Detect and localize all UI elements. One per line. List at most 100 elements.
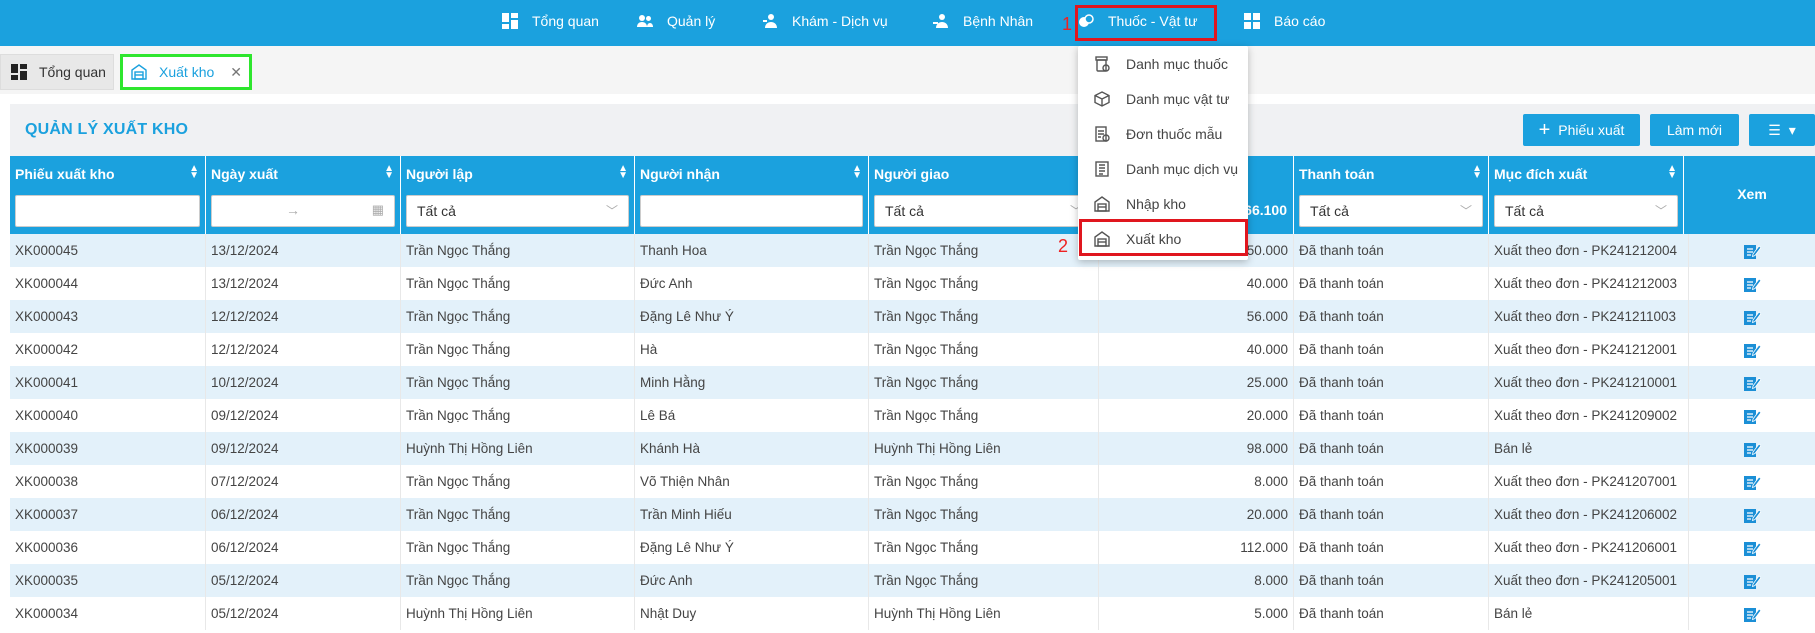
menu-item-don-thuoc-mau[interactable]: Đơn thuốc mẫu xyxy=(1078,116,1248,151)
tab-xuat-kho[interactable]: Xuất kho ✕ xyxy=(120,54,252,90)
main-content: QUẢN LÝ XUẤT KHO + Phiếu xuất Làm mới ☰ … xyxy=(10,104,1815,633)
menu-item-danh-muc-dich-vu[interactable]: Danh mục dịch vụ xyxy=(1078,151,1248,186)
filter-nguoi-lap-select[interactable]: Tất cả ﹀ xyxy=(406,195,629,227)
cell-nguoi-nhan: Thanh Hoa xyxy=(635,234,869,267)
tab-tong-quan[interactable]: Tổng quan xyxy=(0,54,114,90)
cell-ngay-xuat: 05/12/2024 xyxy=(206,564,401,597)
doctor-icon xyxy=(763,14,777,28)
cell-ngay-xuat: 12/12/2024 xyxy=(206,333,401,366)
cell-nguoi-lap: Trần Ngọc Thắng xyxy=(401,531,635,564)
cell-nguoi-giao: Trần Ngọc Thắng xyxy=(869,399,1099,432)
cell-phieu: XK000037 xyxy=(10,498,206,531)
warehouse-out-icon xyxy=(131,64,147,80)
nav-item-bao-cao[interactable]: Báo cáo xyxy=(1244,0,1325,42)
filter-cell xyxy=(635,190,869,234)
header-nguoi-lap[interactable]: Người lập ▲ ▼ xyxy=(401,156,635,190)
edit-view-icon[interactable] xyxy=(1743,308,1761,326)
edit-view-icon[interactable] xyxy=(1743,407,1761,425)
sort-icon[interactable]: ▲▼ xyxy=(1667,164,1677,181)
cell-phieu: XK000034 xyxy=(10,597,206,630)
cell-nguoi-giao: Huỳnh Thị Hồng Liên xyxy=(869,432,1099,465)
cell-nguoi-giao: Trần Ngọc Thắng xyxy=(869,498,1099,531)
filter-phieu-input[interactable] xyxy=(15,195,200,227)
edit-view-icon[interactable] xyxy=(1743,242,1761,260)
page-header: QUẢN LÝ XUẤT KHO + Phiếu xuất Làm mới ☰ … xyxy=(10,104,1815,156)
sort-icon[interactable]: ▲▼ xyxy=(852,164,862,181)
nav-label: Tổng quan xyxy=(532,13,599,29)
cell-thanh-toan: Đã thanh toán xyxy=(1294,267,1489,300)
cell-muc-dich: Xuất theo đơn - PK241209002 xyxy=(1489,399,1689,432)
header-muc-dich-xuat[interactable]: Mục đích xuất ▲ ▼ xyxy=(1489,156,1684,190)
table-row: XK000036 06/12/2024 Trần Ngọc Thắng Đặng Lê… xyxy=(10,531,1815,564)
menu-label: Danh mục dịch vụ xyxy=(1126,160,1239,177)
sort-icon[interactable]: ▲▼ xyxy=(189,164,199,181)
header-phieu-xuat-kho[interactable]: Phiếu xuất kho ▲ ▼ xyxy=(10,156,206,190)
menu-item-danh-muc-vat-tu[interactable]: Danh mục vật tư xyxy=(1078,81,1248,116)
edit-view-icon[interactable] xyxy=(1743,506,1761,524)
close-icon[interactable]: ✕ xyxy=(230,64,242,81)
table-row: XK000034 05/12/2024 Huỳnh Thị Hồng Liên Nhậ… xyxy=(10,597,1815,630)
chevron-down-icon: ﹀ xyxy=(1459,204,1472,218)
nav-item-kham-dich-vu[interactable]: Khám - Dịch vụ xyxy=(762,0,888,42)
nav-label: Khám - Dịch vụ xyxy=(792,13,888,29)
sort-icon[interactable]: ▲▼ xyxy=(384,164,394,181)
cell-so-tien: 8.000 xyxy=(1099,465,1294,498)
edit-view-icon[interactable] xyxy=(1743,440,1761,458)
header-thanh-toan[interactable]: Thanh toán ▲ ▼ xyxy=(1294,156,1489,190)
menu-item-nhap-kho[interactable]: Nhập kho xyxy=(1078,186,1248,221)
filter-nguoi-giao-select[interactable]: Tất cả ﹀ xyxy=(874,195,1093,227)
cell-muc-dich: Bán lẻ xyxy=(1489,597,1689,630)
cell-ngay-xuat: 12/12/2024 xyxy=(206,300,401,333)
edit-view-icon[interactable] xyxy=(1743,572,1761,590)
edit-view-icon[interactable] xyxy=(1743,605,1761,623)
table-row: XK000035 05/12/2024 Trần Ngọc Thắng Đức Anh… xyxy=(10,564,1815,597)
cell-so-tien: 98.000 xyxy=(1099,432,1294,465)
menu-item-danh-muc-thuoc[interactable]: Danh mục thuốc xyxy=(1078,46,1248,81)
cell-nguoi-giao: Trần Ngọc Thắng xyxy=(869,465,1099,498)
cell-nguoi-nhan: Khánh Hà xyxy=(635,432,869,465)
table-row: XK000042 12/12/2024 Trần Ngọc Thắng Hà Trần … xyxy=(10,333,1815,366)
header-nguoi-giao[interactable]: Người giao▲▼ xyxy=(869,156,1099,190)
nav-item-tong-quan[interactable]: Tổng quan xyxy=(502,0,599,42)
tab-label: Tổng quan xyxy=(39,64,106,80)
list-icon: ☰ xyxy=(1768,121,1781,138)
filter-muc-dich-select[interactable]: Tất cả ﹀ xyxy=(1494,195,1678,227)
header-ngay-xuat[interactable]: Ngày xuất ▲ ▼ xyxy=(206,156,401,190)
filter-date-range[interactable]: → ▦ xyxy=(211,195,395,227)
cell-thanh-toan: Đã thanh toán xyxy=(1294,498,1489,531)
edit-view-icon[interactable] xyxy=(1743,275,1761,293)
header-nguoi-nhan[interactable]: Người nhận ▲ ▼ xyxy=(635,156,869,190)
sort-icon[interactable]: ▲▼ xyxy=(618,164,628,181)
cell-nguoi-giao: Trần Ngọc Thắng xyxy=(869,564,1099,597)
nav-item-quan-ly[interactable]: Quản lý xyxy=(637,0,715,42)
table-row: XK000045 13/12/2024 Trần Ngọc Thắng Thanh H… xyxy=(10,234,1815,267)
cell-muc-dich: Xuất theo đơn - PK241212004 xyxy=(1489,234,1689,267)
sort-icon[interactable]: ▲▼ xyxy=(1472,164,1482,181)
cell-muc-dich: Xuất theo đơn - PK241205001 xyxy=(1489,564,1689,597)
refresh-button[interactable]: Làm mới xyxy=(1650,114,1739,146)
edit-view-icon[interactable] xyxy=(1743,473,1761,491)
cell-phieu: XK000035 xyxy=(10,564,206,597)
cell-ngay-xuat: 13/12/2024 xyxy=(206,234,401,267)
filter-nguoi-nhan-input[interactable] xyxy=(640,195,863,227)
add-phieu-xuat-button[interactable]: + Phiếu xuất xyxy=(1523,114,1640,146)
cell-muc-dich: Xuất theo đơn - PK241210001 xyxy=(1489,366,1689,399)
box-icon xyxy=(1094,90,1110,107)
edit-view-icon[interactable] xyxy=(1743,539,1761,557)
cell-nguoi-nhan: Võ Thiện Nhân xyxy=(635,465,869,498)
filter-cell: Tất cả ﹀ xyxy=(869,190,1099,234)
edit-view-icon[interactable] xyxy=(1743,374,1761,392)
nav-item-benh-nhan[interactable]: Bệnh Nhân xyxy=(933,0,1033,42)
edit-view-icon[interactable] xyxy=(1743,341,1761,359)
filter-cell xyxy=(10,190,206,234)
cell-so-tien: 56.000 xyxy=(1099,300,1294,333)
header-xem: Xem xyxy=(1689,156,1815,234)
nav-label: Bệnh Nhân xyxy=(963,13,1034,29)
cell-nguoi-lap: Trần Ngọc Thắng xyxy=(401,300,635,333)
warehouse-in-icon xyxy=(1094,195,1110,212)
column-settings-button[interactable]: ☰ ▾ xyxy=(1749,114,1815,146)
filter-thanh-toan-select[interactable]: Tất cả ﹀ xyxy=(1299,195,1483,227)
top-navbar: Tổng quan Quản lý Khám - Dịch vụ Bệnh Nh… xyxy=(0,0,1815,46)
filter-cell: Tất cả ﹀ xyxy=(1294,190,1489,234)
users-icon xyxy=(637,15,653,27)
